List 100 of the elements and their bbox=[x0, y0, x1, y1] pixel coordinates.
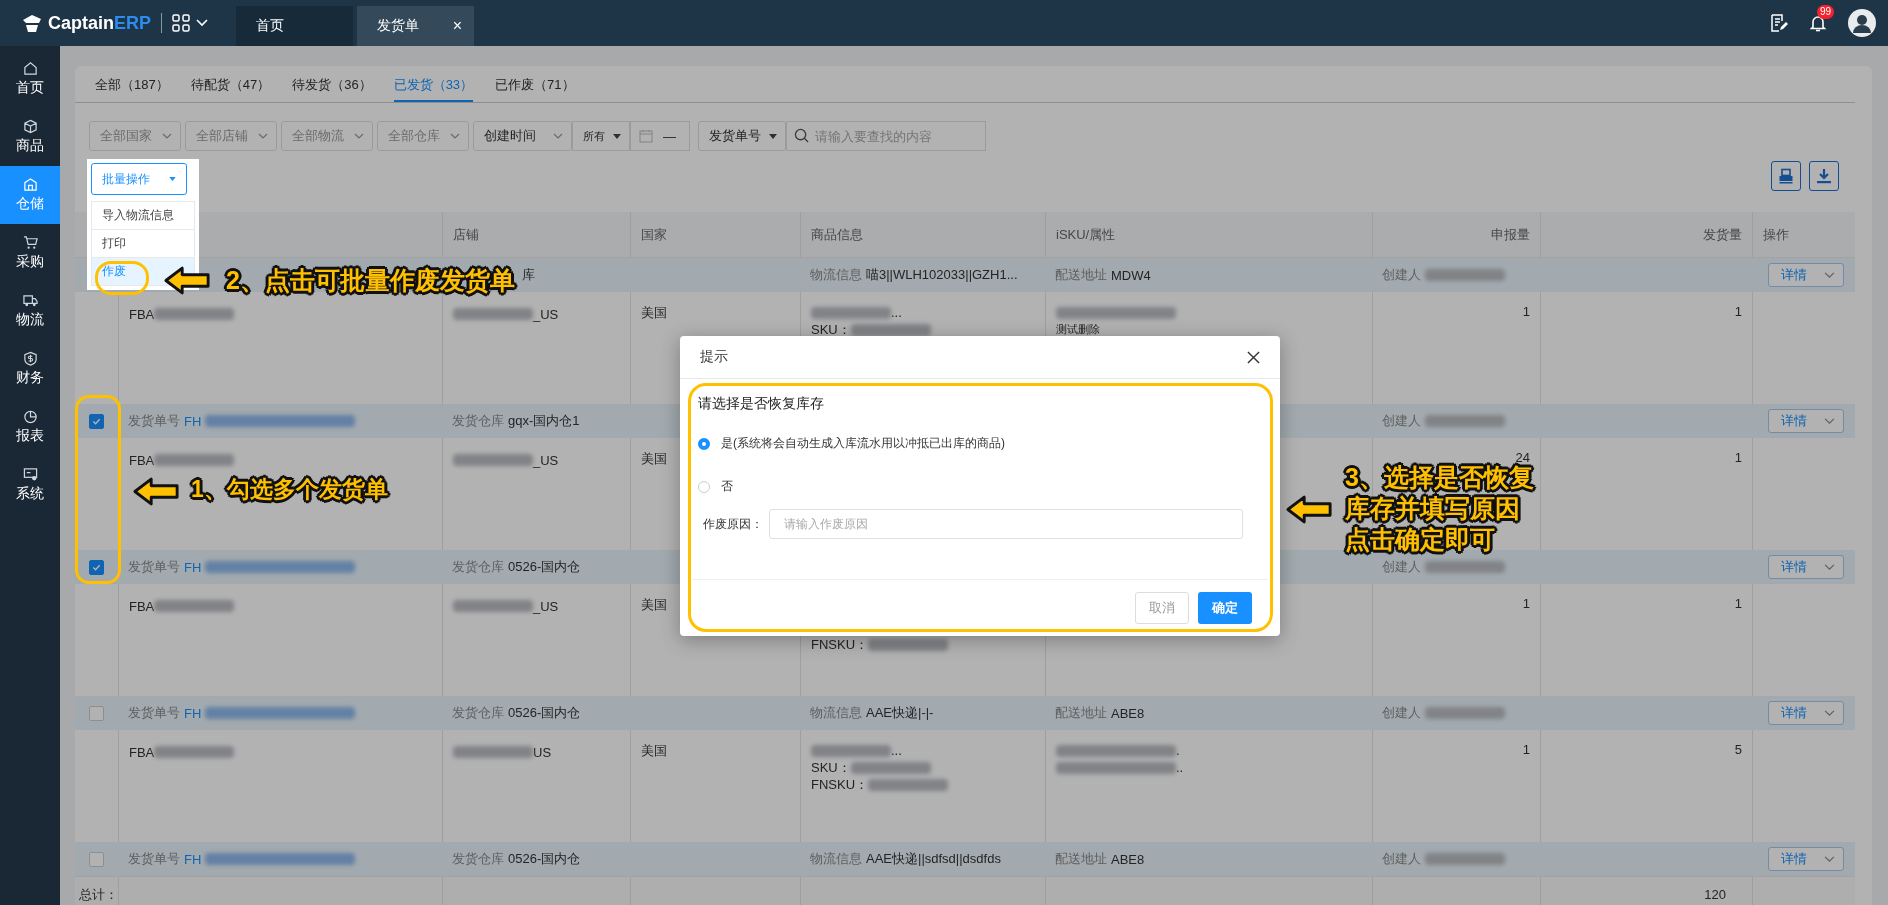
note-icon[interactable] bbox=[1768, 13, 1788, 33]
sidebar-item[interactable]: 财务 bbox=[0, 340, 60, 398]
caret-icon bbox=[613, 133, 621, 139]
bell-icon[interactable] bbox=[1808, 13, 1828, 33]
chevron-icon bbox=[354, 133, 364, 139]
highlight-outline bbox=[95, 261, 149, 295]
annotation-text: 2、点击可批量作废发货单 bbox=[226, 265, 515, 296]
cell-text: 1 bbox=[1522, 304, 1530, 319]
sidebar-item[interactable]: 采购 bbox=[0, 224, 60, 282]
field-label: 创建人 bbox=[1382, 850, 1421, 868]
arrow-icon bbox=[163, 265, 211, 296]
field-label: 物流信息 bbox=[810, 266, 862, 284]
status-tab[interactable]: 待发货（36） bbox=[292, 76, 372, 102]
annotation-text: 库存并填写原因 bbox=[1345, 493, 1520, 524]
chevron-icon bbox=[1824, 563, 1835, 571]
field-value: 0526-国内仓 bbox=[508, 558, 581, 576]
ellipsis-text: .. bbox=[1176, 760, 1184, 775]
close-icon[interactable] bbox=[1247, 350, 1260, 364]
field-label: 作废原因： bbox=[703, 515, 763, 533]
status-tab[interactable]: 已作废（71） bbox=[495, 76, 575, 102]
field-value: AAE快递|-|- bbox=[866, 704, 934, 722]
avatar[interactable] bbox=[1848, 9, 1876, 37]
pie-chart-icon bbox=[22, 409, 38, 424]
radio-label: 是(系统将会自动生成入库流水用以冲抵已出库的商品) bbox=[721, 435, 1005, 452]
field-label: 发货单号 bbox=[128, 412, 180, 430]
field-label: 创建人 bbox=[1382, 704, 1421, 722]
sidebar-item[interactable]: 商品 bbox=[0, 108, 60, 166]
search-type-select[interactable]: 发货单号 bbox=[698, 121, 786, 151]
field-label: 创建人 bbox=[1382, 412, 1421, 430]
cell-text: 测试删除 bbox=[1056, 322, 1100, 337]
field-label: 创建人 bbox=[1382, 266, 1421, 284]
cell-text: US bbox=[533, 744, 552, 760]
check-icon bbox=[92, 416, 101, 426]
check-icon bbox=[92, 562, 101, 572]
grid-icon[interactable] bbox=[172, 14, 191, 32]
page-tab[interactable]: 发货单 × bbox=[357, 6, 475, 46]
cell-text: 5 bbox=[1734, 742, 1742, 757]
field-label: 配送地址 bbox=[1055, 850, 1107, 868]
download-button[interactable] bbox=[1809, 161, 1839, 191]
cube-icon bbox=[22, 119, 38, 134]
chevron-icon bbox=[553, 133, 563, 139]
dialog-question: 请选择是否恢复库存 bbox=[698, 395, 825, 413]
checkbox[interactable] bbox=[89, 851, 104, 867]
warehouse-icon bbox=[22, 177, 38, 192]
field-label: 发货仓库 bbox=[452, 412, 504, 430]
field-label: 发货单号 bbox=[128, 850, 180, 868]
cell-text: 美国 bbox=[641, 742, 667, 760]
download-icon bbox=[1816, 168, 1832, 184]
reason-input[interactable]: 请输入作废原因 bbox=[769, 509, 1243, 539]
column-header: 发货量 bbox=[1703, 225, 1742, 244]
date-range-field[interactable]: — bbox=[630, 121, 690, 151]
sidebar-item[interactable]: 报表 bbox=[0, 398, 60, 456]
logo-text: CaptainERP bbox=[48, 12, 152, 34]
ellipsis-text: ... bbox=[891, 305, 902, 320]
home-icon bbox=[22, 61, 38, 76]
status-tab[interactable]: 全部（187） bbox=[95, 76, 169, 102]
field-value: ABE8 bbox=[1111, 705, 1145, 721]
sidebar-item[interactable]: 物流 bbox=[0, 282, 60, 340]
range-select[interactable]: 所有 bbox=[572, 121, 630, 151]
cell-text: FNSKU： bbox=[811, 775, 869, 794]
checkbox[interactable] bbox=[89, 705, 104, 721]
total-value: 120 bbox=[1704, 887, 1726, 902]
field-label: 物流信息 bbox=[810, 704, 862, 722]
chevron-icon bbox=[258, 133, 268, 139]
cell-text: _US bbox=[533, 598, 559, 614]
field-value: 喵3||WLH102033||GZH1... bbox=[866, 266, 1018, 284]
annotation-text: 1、勾选多个发货单 bbox=[191, 475, 388, 504]
field-label: 发货单号 bbox=[128, 558, 180, 576]
time-field-select[interactable]: 创建时间 bbox=[473, 121, 572, 151]
page-tab[interactable]: 首页 bbox=[236, 6, 354, 46]
field-label: 发货仓库 bbox=[452, 704, 504, 722]
chevron-icon bbox=[1824, 709, 1835, 717]
sidebar-item[interactable]: 系统 bbox=[0, 456, 60, 514]
sidebar-item[interactable]: 首页 bbox=[0, 50, 60, 108]
cell-text: 美国 bbox=[641, 596, 667, 614]
search-icon bbox=[794, 128, 809, 143]
cell-text: 1 bbox=[1734, 304, 1742, 319]
radio-button[interactable] bbox=[698, 437, 710, 450]
chevron-icon bbox=[1824, 855, 1835, 863]
column-header: 商品信息 bbox=[811, 225, 863, 244]
field-value: ABE8 bbox=[1111, 851, 1145, 867]
arrow-icon bbox=[1285, 494, 1333, 525]
cell-text: 美国 bbox=[641, 304, 667, 322]
menu-item[interactable]: 导入物流信息 bbox=[91, 201, 195, 229]
field-label: 发货仓库 bbox=[452, 850, 504, 868]
checkbox[interactable] bbox=[89, 413, 104, 429]
system-icon bbox=[22, 467, 38, 482]
column-header: 操作 bbox=[1763, 225, 1789, 244]
cell-text: 1 bbox=[1522, 742, 1530, 757]
print-button[interactable] bbox=[1771, 161, 1801, 191]
chevron-icon[interactable] bbox=[196, 19, 209, 27]
field-label: 物流信息 bbox=[810, 850, 862, 868]
cell-text: 24 bbox=[1515, 450, 1530, 465]
status-tab[interactable]: 待配货（47） bbox=[190, 76, 271, 102]
field-label: 配送地址 bbox=[1055, 704, 1107, 722]
close-button[interactable]: × bbox=[452, 17, 463, 35]
chevron-icon bbox=[162, 133, 172, 139]
cart-icon bbox=[22, 235, 38, 250]
checkbox[interactable] bbox=[89, 559, 104, 575]
field-value: 库 bbox=[522, 266, 535, 284]
